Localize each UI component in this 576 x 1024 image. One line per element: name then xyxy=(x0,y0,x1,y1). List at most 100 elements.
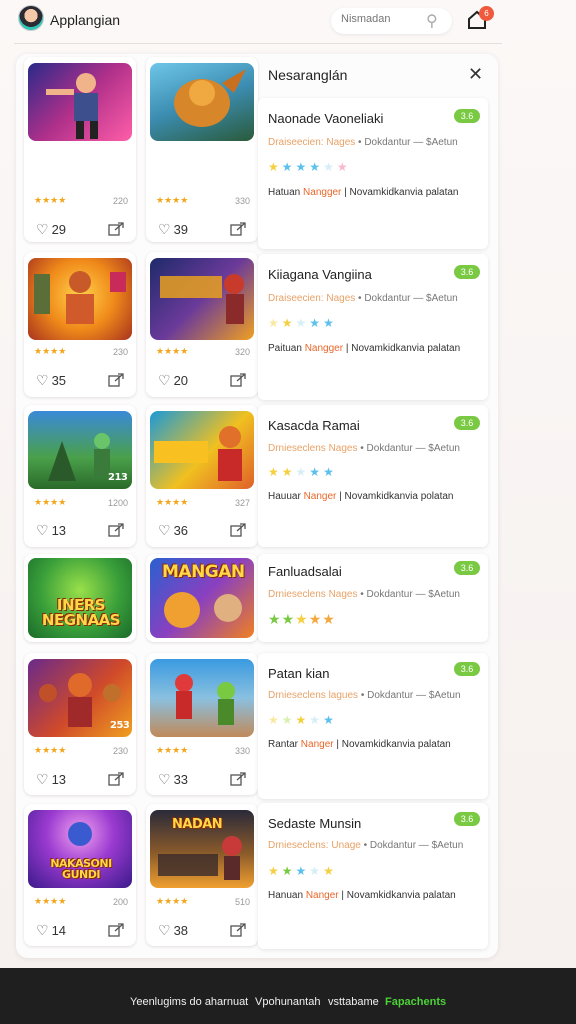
close-icon[interactable]: ✕ xyxy=(468,64,483,85)
top-bar: Applangian ⚲ 6 xyxy=(0,0,576,44)
game-meta: Drnieseclens: Unage • Dokdantur — $Aetun xyxy=(268,840,464,851)
share-icon[interactable] xyxy=(108,373,124,387)
game-card[interactable]: ★★★★ 330 ♡ 33 xyxy=(146,653,258,795)
creature-art xyxy=(174,69,246,127)
game-thumbnail[interactable] xyxy=(150,258,254,340)
rating-badge: 3.6 xyxy=(454,109,480,123)
heart-icon[interactable]: ♡ xyxy=(36,922,49,938)
game-detail[interactable]: Fanluadsalai 3.6 Drnieseclens Nages • Do… xyxy=(258,554,488,642)
likes-count[interactable]: ♡ 29 xyxy=(36,221,66,238)
likes-count[interactable]: ♡ 13 xyxy=(36,771,66,788)
likes-count[interactable]: ♡ 39 xyxy=(158,221,188,238)
likes-count[interactable]: ♡ 20 xyxy=(158,372,188,389)
heart-icon[interactable]: ♡ xyxy=(158,372,171,388)
game-card[interactable]: MANGAN xyxy=(146,554,258,642)
heart-icon[interactable]: ♡ xyxy=(36,221,49,237)
heart-icon[interactable]: ♡ xyxy=(158,922,171,938)
footer-link[interactable]: vsttabame xyxy=(328,996,379,1008)
game-card[interactable]: ★★★★ 230 ♡ 35 xyxy=(24,252,136,397)
search-box[interactable]: ⚲ xyxy=(331,8,452,34)
game-detail[interactable]: Sedaste Munsin 3.6 Drnieseclens: Unage •… xyxy=(258,803,488,949)
game-detail[interactable]: Kiiagana Vangiina 3.6 Draiseecien: Nages… xyxy=(258,254,488,400)
game-card[interactable]: 253 ★★★★ 230 ♡ 13 xyxy=(24,653,136,795)
share-icon[interactable] xyxy=(230,772,246,786)
share-icon[interactable] xyxy=(230,923,246,937)
heart-icon[interactable]: ♡ xyxy=(158,221,171,237)
game-thumbnail[interactable] xyxy=(28,258,132,340)
game-detail[interactable]: Patan kian 3.6 Drnieseclens lagues • Dok… xyxy=(258,653,488,799)
game-card[interactable]: ★★★★ 320 ♡ 20 xyxy=(146,252,258,397)
heart-icon[interactable]: ♡ xyxy=(36,372,49,388)
rating-badge: 3.6 xyxy=(454,416,480,430)
notification-badge[interactable]: 6 xyxy=(479,6,494,21)
game-description: Hauuar Nanger | Novamkidkanvia polatan xyxy=(268,491,454,502)
game-title: Kiiagana Vangiina xyxy=(268,267,372,282)
rating-stars: ★★★★★ xyxy=(268,611,336,627)
game-thumbnail[interactable]: NAKASONI GUNDI xyxy=(28,810,132,888)
game-title: Patan kian xyxy=(268,666,330,681)
rating-badge: 3.6 xyxy=(454,812,480,826)
share-icon[interactable] xyxy=(108,523,124,537)
game-detail[interactable]: Naonade Vaoneliaki 3.6 Draiseecien: Nage… xyxy=(258,98,488,249)
rating-stars: ★★★★★★ xyxy=(268,160,351,174)
character-art xyxy=(34,271,126,324)
heart-icon[interactable]: ♡ xyxy=(36,522,49,538)
rating-badge: 3.6 xyxy=(454,662,480,676)
game-card[interactable]: ★★★★ 327 ♡ 36 xyxy=(146,405,258,547)
game-thumbnail[interactable]: NADAN xyxy=(150,810,254,888)
likes-count[interactable]: ♡ 38 xyxy=(158,922,188,939)
game-card[interactable]: ★★★★ 330 ♡ 39 xyxy=(146,57,258,242)
likes-count[interactable]: ♡ 33 xyxy=(158,771,188,788)
size-label: 200 xyxy=(112,897,128,907)
share-icon[interactable] xyxy=(108,222,124,236)
game-thumbnail[interactable] xyxy=(150,63,254,141)
thumbnail-logo: INERS NEGNAAS xyxy=(41,596,121,629)
share-icon[interactable] xyxy=(230,523,246,537)
game-card[interactable]: 213 ★★★★ 1200 ♡ 13 xyxy=(24,405,136,547)
search-input[interactable] xyxy=(341,13,411,25)
heart-icon[interactable]: ♡ xyxy=(158,522,171,538)
heart-icon[interactable]: ♡ xyxy=(36,771,49,787)
search-icon[interactable]: ⚲ xyxy=(426,11,438,31)
footer-link[interactable]: Vpohunantah xyxy=(255,996,320,1008)
game-meta: Drnieseclens Nages • Dokdantur — $Aetun xyxy=(268,589,460,600)
size-label: 230 xyxy=(112,347,128,357)
footer-link-highlight[interactable]: Fapachents xyxy=(385,996,446,1008)
share-icon[interactable] xyxy=(230,222,246,236)
game-thumbnail[interactable]: 253 xyxy=(28,659,132,737)
game-meta: Drnieseclens lagues • Dokdantur — $Aetun xyxy=(268,690,461,701)
rating-stars: ★★★★★ xyxy=(268,465,337,479)
game-thumbnail[interactable] xyxy=(28,63,132,141)
rating-stars: ★★★★ xyxy=(156,346,189,356)
share-icon[interactable] xyxy=(230,373,246,387)
avatar[interactable] xyxy=(18,5,44,31)
footer-link[interactable]: Yeenlugims do aharnuat xyxy=(130,996,248,1008)
game-detail[interactable]: Kasacda Ramai 3.6 Drnieseclens Nages • D… xyxy=(258,405,488,547)
likes-count[interactable]: ♡ 35 xyxy=(36,372,66,389)
game-meta: Drnieseclens Nages • Dokdantur — $Aetun xyxy=(268,443,460,454)
game-card[interactable]: NAKASONI GUNDI ★★★★ 200 ♡ 14 xyxy=(24,804,136,946)
heart-icon[interactable]: ♡ xyxy=(158,771,171,787)
rating-stars: ★★★★★ xyxy=(268,713,337,727)
share-icon[interactable] xyxy=(108,772,124,786)
size-label: 327 xyxy=(234,498,250,508)
game-thumbnail[interactable]: MANGAN xyxy=(150,558,254,638)
likes-count[interactable]: ♡ 36 xyxy=(158,522,188,539)
likes-count[interactable]: ♡ 13 xyxy=(36,522,66,539)
size-label: 510 xyxy=(234,897,250,907)
game-thumbnail[interactable]: 213 xyxy=(28,411,132,489)
game-card[interactable]: NADAN ★★★★ 510 ♡ 38 xyxy=(146,804,258,946)
rating-stars: ★★★★ xyxy=(156,497,189,507)
game-title: Kasacda Ramai xyxy=(268,418,360,433)
rating-stars: ★★★★ xyxy=(156,745,189,755)
game-thumbnail[interactable]: INERS NEGNAAS xyxy=(28,558,132,638)
game-card[interactable]: INERS NEGNAAS xyxy=(24,554,136,642)
thumbnail-counter: 213 xyxy=(108,472,128,483)
game-card[interactable]: ★★★★ 220 ♡ 29 xyxy=(24,57,136,242)
game-description: Hanuan Nanger | Novamkidkanvia palatan xyxy=(268,890,456,901)
share-icon[interactable] xyxy=(108,923,124,937)
character-art xyxy=(46,73,98,139)
game-thumbnail[interactable] xyxy=(150,659,254,737)
likes-count[interactable]: ♡ 14 xyxy=(36,922,66,939)
game-thumbnail[interactable] xyxy=(150,411,254,489)
